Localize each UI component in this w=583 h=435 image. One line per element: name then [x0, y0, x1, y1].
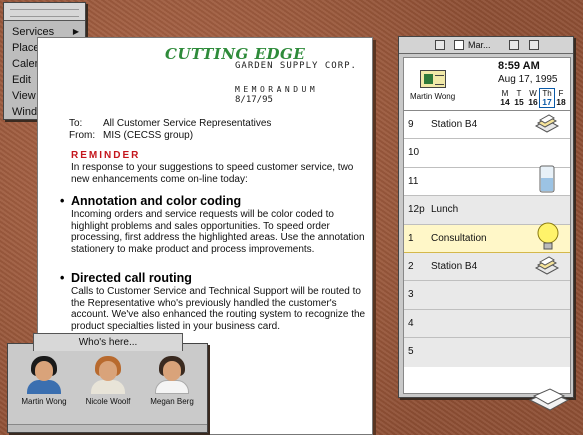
- day-thursday[interactable]: Th 17: [539, 88, 555, 108]
- menu-drag-tab[interactable]: [4, 3, 85, 21]
- bullet-body-annotation: Incoming orders and service requests wil…: [71, 209, 365, 255]
- rolodex-icon[interactable]: [420, 70, 446, 88]
- stack-paper-icon[interactable]: [534, 256, 560, 278]
- day-number: 15: [514, 97, 524, 107]
- slot-hour: 3: [408, 289, 414, 301]
- calendar-titlebar[interactable]: Mar...: [399, 37, 573, 54]
- sticky-notes-icon[interactable]: [528, 388, 572, 414]
- water-glass-icon[interactable]: [536, 164, 558, 196]
- menu-item-label: Edit: [12, 74, 31, 86]
- person-megan-berg[interactable]: Megan Berg: [142, 354, 202, 416]
- person-martin-wong[interactable]: Martin Wong: [14, 354, 74, 416]
- slot-hour: 2: [408, 260, 414, 272]
- slot-event: Station B4: [431, 119, 478, 130]
- memo-date: 8/17/95: [235, 95, 273, 105]
- avatar: [24, 356, 64, 394]
- time-slot[interactable]: 2 Station B4: [404, 252, 570, 282]
- document-icon: [454, 40, 464, 50]
- slot-event: Lunch: [431, 204, 459, 216]
- menu-item-label: Place: [12, 42, 40, 54]
- day-friday[interactable]: F 18: [554, 89, 568, 107]
- avatar-head: [35, 361, 53, 381]
- calendar-title: Mar...: [468, 40, 491, 50]
- schedule-list: 9 Station B4 10 11 12p Lunch 1 Consultation…: [403, 110, 571, 394]
- collapse-box-icon[interactable]: [529, 40, 539, 50]
- person-name: Megan Berg: [150, 397, 194, 406]
- reminder-heading: REMINDER: [71, 150, 141, 161]
- slot-event: Station B4: [431, 260, 478, 272]
- slot-hour: 10: [408, 147, 420, 159]
- day-wednesday[interactable]: W 16: [526, 89, 540, 107]
- day-tuesday[interactable]: T 15: [512, 89, 526, 107]
- day-number: 18: [556, 97, 566, 107]
- slot-hour: 11: [408, 175, 419, 187]
- bullet-title-routing: • Directed call routing: [60, 271, 192, 285]
- avatar-body: [155, 380, 189, 394]
- avatar-head: [163, 361, 181, 381]
- week-strip: M 14 T 15 W 16 Th 17 F 18: [498, 88, 568, 108]
- memo-from-line: From: MIS (CECSS group): [69, 130, 193, 141]
- avatar: [88, 356, 128, 394]
- slot-hour: 1: [408, 232, 414, 244]
- memo-type: MEMORANDUM: [235, 85, 319, 94]
- time-slot[interactable]: 3: [404, 281, 570, 310]
- current-time: 8:59 AM: [498, 60, 540, 72]
- day-number: 14: [500, 97, 510, 107]
- bullet-body-routing: Calls to Customer Service and Technical …: [71, 286, 366, 332]
- avatar-head: [99, 361, 117, 381]
- memo-intro: In response to your suggestions to speed…: [71, 162, 354, 185]
- stack-paper-icon[interactable]: [534, 114, 560, 136]
- calendar-owner: Martin Wong: [410, 92, 456, 101]
- day-monday[interactable]: M 14: [498, 89, 512, 107]
- time-slot[interactable]: 4: [404, 309, 570, 339]
- time-slot[interactable]: 11: [404, 165, 570, 197]
- time-slot[interactable]: 9 Station B4: [404, 111, 570, 140]
- current-date: Aug 17, 1995: [498, 74, 558, 85]
- slot-hour: 5: [408, 346, 414, 358]
- company-subtitle: GARDEN SUPPLY CORP.: [235, 61, 357, 71]
- whos-here-title[interactable]: Who's here...: [33, 333, 183, 351]
- zoom-box-icon[interactable]: [509, 40, 519, 50]
- window-footer: [8, 424, 207, 432]
- person-nicole-woolf[interactable]: Nicole Woolf: [78, 354, 138, 416]
- slot-event: Consultation: [431, 232, 487, 244]
- slot-hour: 4: [408, 317, 414, 329]
- slot-hour: 12p: [408, 204, 425, 216]
- from-label: From:: [69, 130, 96, 141]
- close-box-icon[interactable]: [435, 40, 445, 50]
- people-list: Martin Wong Nicole Woolf Megan Berg: [12, 354, 204, 416]
- avatar: [152, 356, 192, 394]
- from-value: MIS (CECSS group): [103, 130, 194, 141]
- time-slot-highlighted[interactable]: 1 Consultation: [404, 222, 570, 253]
- bullet-title-annotation: • Annotation and color coding: [60, 194, 241, 208]
- calendar-window: Mar... Martin Wong 8:59 AM Aug 17, 1995 …: [398, 36, 574, 398]
- bullet-icon: •: [60, 194, 65, 208]
- to-label: To:: [69, 118, 83, 129]
- memo-to-line: To: All Customer Service Representatives: [69, 118, 271, 129]
- bullet-title-text: Annotation and color coding: [71, 194, 242, 208]
- day-number: 17: [542, 97, 552, 107]
- time-slot[interactable]: 5: [404, 338, 570, 367]
- person-name: Martin Wong: [21, 397, 67, 406]
- day-number: 16: [528, 97, 538, 107]
- avatar-body: [27, 380, 61, 394]
- person-name: Nicole Woolf: [85, 397, 131, 406]
- slot-hour: 9: [408, 119, 414, 130]
- bullet-icon: •: [60, 271, 65, 285]
- menu-item-label: View: [12, 90, 36, 102]
- bullet-title-text: Directed call routing: [71, 271, 192, 285]
- avatar-body: [91, 380, 125, 394]
- whos-here-window: Who's here... Martin Wong Nicole Woolf M…: [7, 333, 208, 433]
- lightbulb-icon[interactable]: [536, 221, 560, 255]
- to-value: All Customer Service Representatives: [103, 118, 272, 129]
